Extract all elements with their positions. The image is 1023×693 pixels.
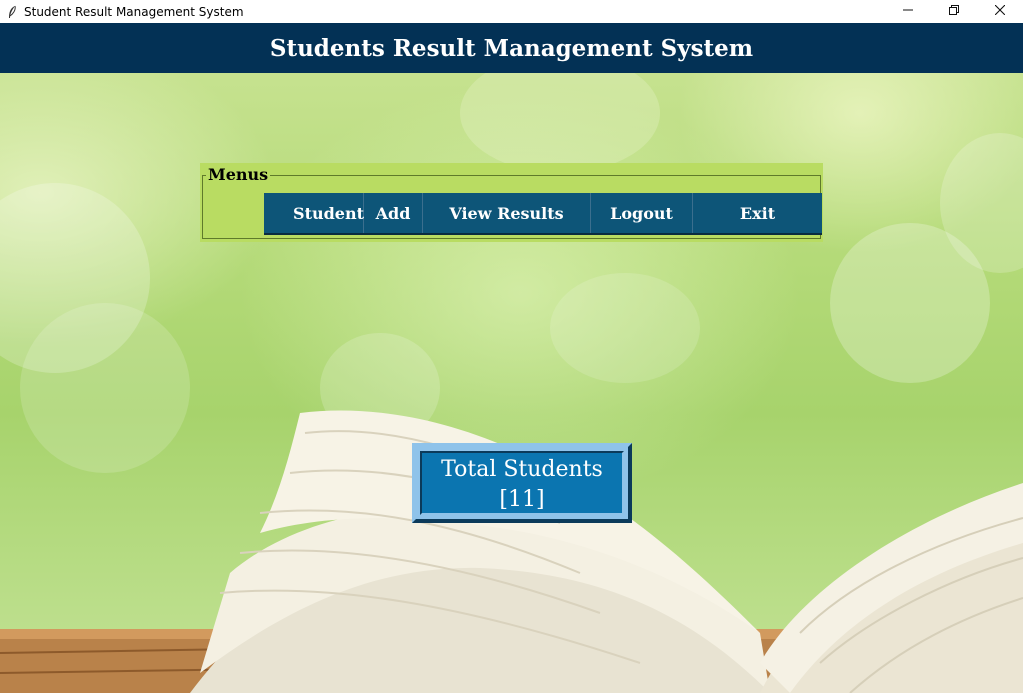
student-button-label: Student <box>293 203 364 223</box>
feather-icon <box>4 4 20 20</box>
student-button[interactable]: Student <box>264 193 364 233</box>
window-titlebar: Student Result Management System <box>0 0 1023 23</box>
restore-icon <box>949 4 959 19</box>
exit-button-label: Exit <box>739 203 776 223</box>
exit-button[interactable]: Exit <box>693 193 822 233</box>
total-students-count: [11] <box>499 487 545 512</box>
menus-legend: Menus <box>206 165 271 185</box>
app-window: Student Result Management System Student… <box>0 0 1023 693</box>
logout-button[interactable]: Logout <box>591 193 693 233</box>
minimize-icon <box>903 4 913 19</box>
window-title: Student Result Management System <box>24 4 244 19</box>
menus-panel: Menus Student Add View Results Logout Ex… <box>200 163 823 242</box>
logout-button-label: Logout <box>610 203 673 223</box>
minimize-button[interactable] <box>885 0 931 23</box>
view-results-button[interactable]: View Results <box>423 193 591 233</box>
add-button[interactable]: Add <box>364 193 423 233</box>
close-icon <box>994 4 1006 19</box>
add-button-label: Add <box>375 203 411 223</box>
window-controls <box>885 0 1023 23</box>
total-students-label: Total Students <box>441 457 603 482</box>
total-students-panel: Total Students [11] <box>420 451 624 515</box>
restore-button[interactable] <box>931 0 977 23</box>
total-students-card: Total Students [11] <box>412 443 632 523</box>
view-results-button-label: View Results <box>449 203 564 223</box>
close-button[interactable] <box>977 0 1023 23</box>
page-title: Students Result Management System <box>0 23 1023 73</box>
menu-bar: Student Add View Results Logout Exit <box>264 193 822 233</box>
